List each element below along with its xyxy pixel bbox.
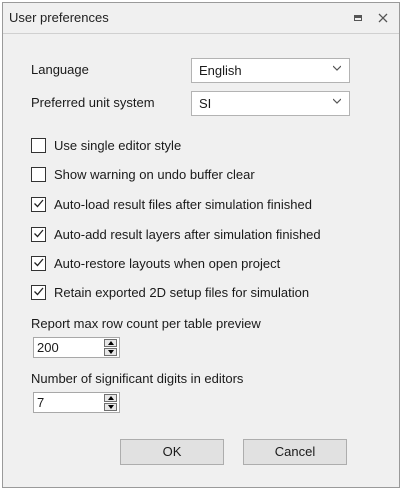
option-retain-2d-setup[interactable]: Retain exported 2D setup files for simul… [31,283,309,301]
language-value: English [199,63,242,78]
restore-icon[interactable] [347,7,369,29]
option-label: Auto-add result layers after simulation … [54,226,321,242]
cancel-button[interactable]: Cancel [243,439,347,465]
option-auto-add-layers[interactable]: Auto-add result layers after simulation … [31,225,321,243]
user-preferences-dialog: User preferences Language English Prefer… [2,2,400,488]
max-rows-value: 200 [37,340,59,355]
window-title: User preferences [9,10,109,25]
spin-down-button[interactable] [104,348,117,356]
checkmark-icon [34,287,44,295]
checkbox[interactable] [31,284,46,300]
checkbox[interactable] [31,255,46,271]
checkmark-icon [34,258,44,266]
checkmark-icon [34,199,44,207]
option-undo-warning[interactable]: Show warning on undo buffer clear [31,165,255,183]
sig-digits-spinbox[interactable]: 7 [33,392,120,413]
checkbox[interactable] [31,137,46,153]
language-label: Language [31,62,89,77]
spin-up-button[interactable] [104,339,117,347]
sig-digits-label: Number of significant digits in editors [31,371,244,386]
checkmark-icon [34,229,44,237]
close-icon[interactable] [372,7,394,29]
ok-button[interactable]: OK [120,439,224,465]
option-single-editor-style[interactable]: Use single editor style [31,136,181,154]
option-label: Auto-load result files after simulation … [54,196,312,212]
chevron-down-icon [333,65,341,71]
checkbox[interactable] [31,166,46,182]
title-bar: User preferences [3,3,399,34]
unit-system-label: Preferred unit system [31,95,155,110]
unit-system-select[interactable]: SI [191,91,350,116]
spin-down-button[interactable] [104,403,117,411]
unit-system-value: SI [199,96,212,111]
spin-up-button[interactable] [104,394,117,402]
option-label: Show warning on undo buffer clear [54,166,255,182]
option-label: Auto-restore layouts when open project [54,255,281,271]
language-select[interactable]: English [191,58,350,83]
checkbox[interactable] [31,196,46,212]
max-rows-label: Report max row count per table preview [31,316,261,331]
checkbox[interactable] [31,226,46,242]
chevron-down-icon [333,98,341,104]
option-label: Use single editor style [54,137,182,153]
option-label: Retain exported 2D setup files for simul… [54,284,310,300]
sig-digits-value: 7 [37,395,45,410]
max-rows-spinbox[interactable]: 200 [33,337,120,358]
option-auto-restore-layouts[interactable]: Auto-restore layouts when open project [31,254,280,272]
option-auto-load-results[interactable]: Auto-load result files after simulation … [31,195,312,213]
